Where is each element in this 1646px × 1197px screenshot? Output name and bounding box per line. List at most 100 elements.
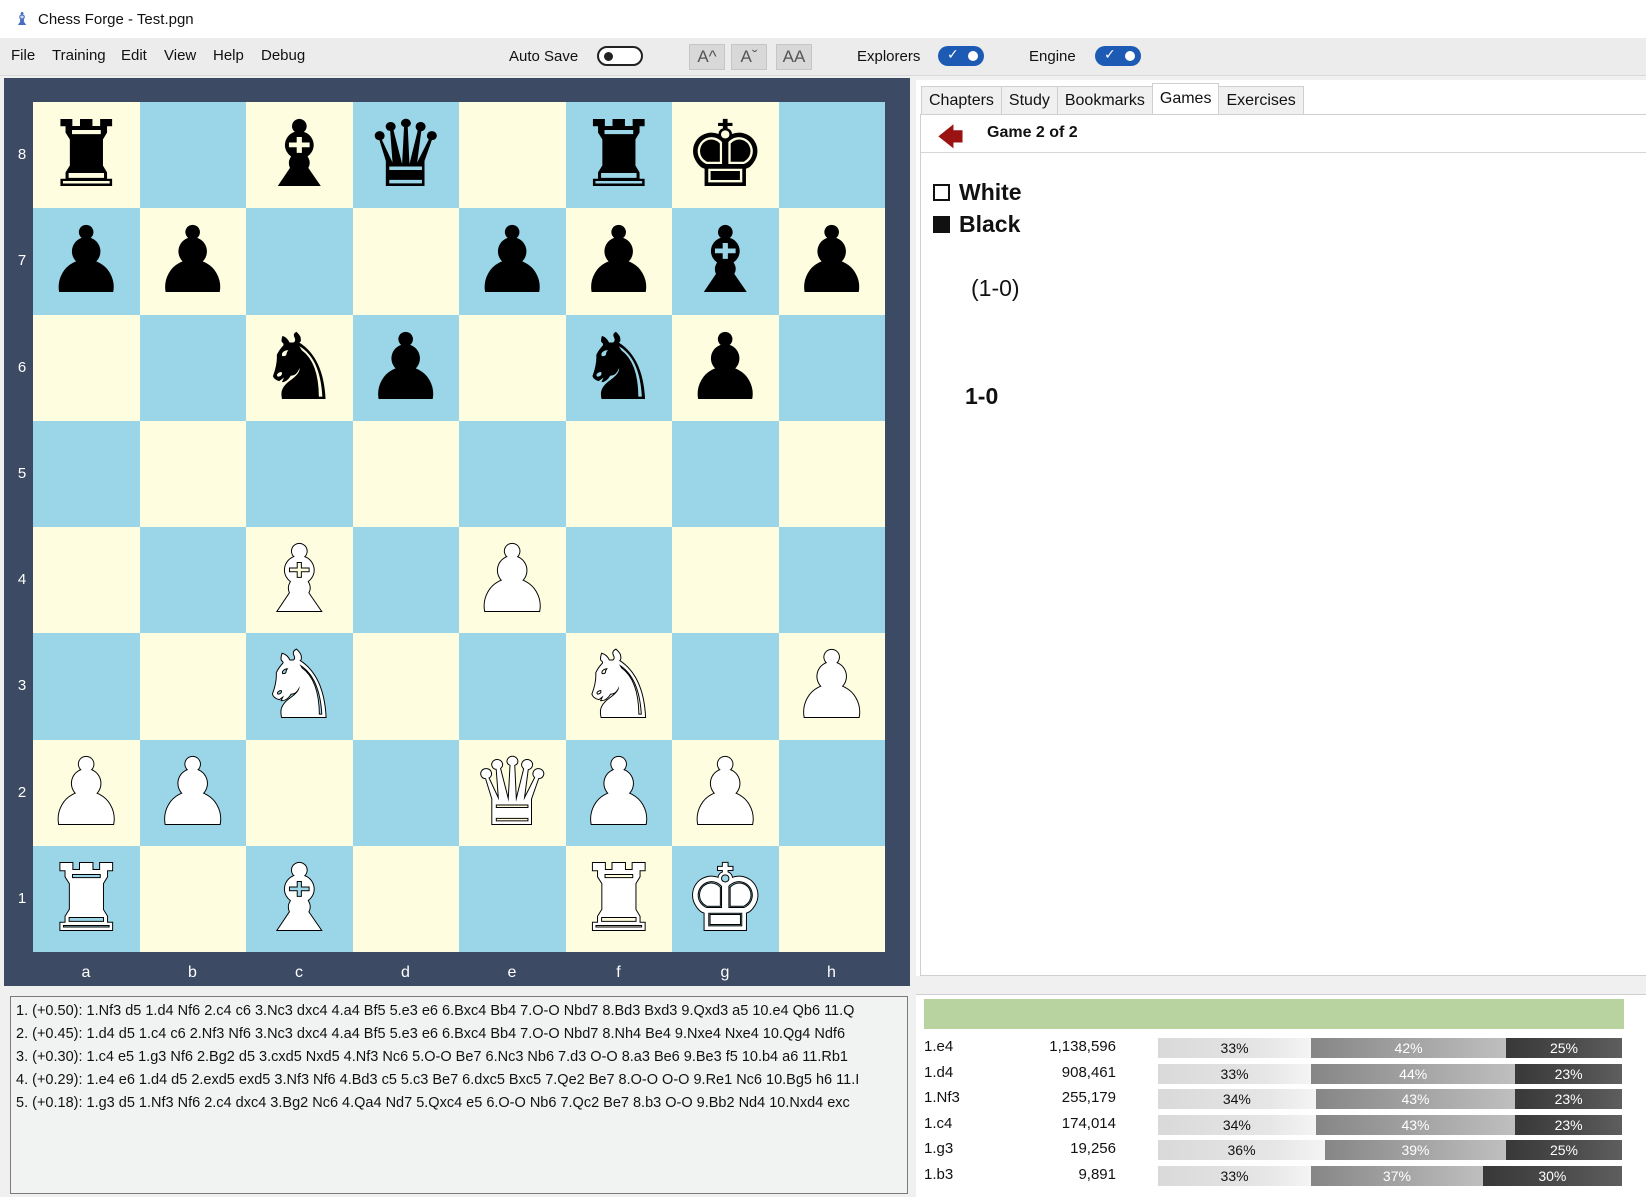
square-g2[interactable]: ♟ (672, 739, 779, 846)
explorer-move[interactable]: 1.g3 (924, 1140, 953, 1157)
square-b4[interactable] (139, 527, 246, 634)
square-g8[interactable]: ♚ (672, 102, 779, 209)
square-d5[interactable] (352, 420, 459, 527)
black-pawn-icon[interactable]: ♟ (578, 215, 660, 307)
menu-view[interactable]: View (164, 47, 196, 64)
square-a4[interactable] (33, 527, 140, 634)
square-c6[interactable]: ♞ (246, 314, 353, 421)
square-g7[interactable]: ♝ (672, 208, 779, 315)
square-d2[interactable] (352, 739, 459, 846)
tab-study[interactable]: Study (1000, 86, 1058, 114)
white-queen-icon[interactable]: ♛ (470, 745, 554, 839)
square-d8[interactable]: ♛ (352, 102, 459, 209)
white-knight-icon[interactable]: ♞ (576, 639, 660, 733)
black-knight-icon[interactable]: ♞ (258, 321, 340, 414)
square-a3[interactable] (33, 633, 140, 740)
square-c4[interactable]: ♝ (246, 527, 353, 634)
square-h6[interactable] (778, 314, 885, 421)
square-g6[interactable]: ♟ (672, 314, 779, 421)
square-e2[interactable]: ♛ (459, 739, 566, 846)
square-d7[interactable] (352, 208, 459, 315)
white-rook-icon[interactable]: ♜ (44, 851, 128, 945)
black-pawn-icon[interactable]: ♟ (45, 215, 127, 307)
black-rook-icon[interactable]: ♜ (45, 109, 127, 201)
font-increase-button[interactable]: A^ (689, 44, 725, 70)
square-h5[interactable] (778, 420, 885, 527)
auto-save-toggle[interactable] (597, 46, 643, 66)
square-b7[interactable]: ♟ (139, 208, 246, 315)
back-arrow-icon[interactable]: 🡄 (937, 119, 964, 163)
black-queen-icon[interactable]: ♛ (365, 109, 447, 201)
tab-games[interactable]: Games (1151, 83, 1220, 115)
square-c3[interactable]: ♞ (246, 633, 353, 740)
black-pawn-icon[interactable]: ♟ (791, 215, 873, 307)
tab-chapters[interactable]: Chapters (921, 86, 1002, 114)
black-king-icon[interactable]: ♚ (684, 109, 766, 201)
square-h7[interactable]: ♟ (778, 208, 885, 315)
square-e6[interactable] (459, 314, 566, 421)
square-g3[interactable] (672, 633, 779, 740)
menu-help[interactable]: Help (213, 47, 244, 64)
white-pawn-icon[interactable]: ♟ (470, 533, 554, 627)
square-f5[interactable] (565, 420, 672, 527)
engine-toggle[interactable]: ✓ (1095, 46, 1141, 66)
square-d6[interactable]: ♟ (352, 314, 459, 421)
square-b8[interactable] (139, 102, 246, 209)
black-pawn-icon[interactable]: ♟ (471, 215, 553, 307)
square-b6[interactable] (139, 314, 246, 421)
white-pawn-icon[interactable]: ♟ (683, 745, 767, 839)
white-pawn-icon[interactable]: ♟ (44, 745, 128, 839)
square-b3[interactable] (139, 633, 246, 740)
square-h1[interactable] (778, 845, 885, 952)
square-e5[interactable] (459, 420, 566, 527)
square-e4[interactable]: ♟ (459, 527, 566, 634)
square-c1[interactable]: ♝ (246, 845, 353, 952)
explorer-move[interactable]: 1.e4 (924, 1038, 953, 1055)
menu-training[interactable]: Training (52, 47, 106, 64)
square-h8[interactable] (778, 102, 885, 209)
font-decrease-button[interactable]: Aˇ (731, 44, 767, 70)
explorer-row[interactable]: 1.c4 174,014 34% 43% 23% (924, 1113, 1644, 1137)
square-a7[interactable]: ♟ (33, 208, 140, 315)
black-rook-icon[interactable]: ♜ (578, 109, 660, 201)
square-f3[interactable]: ♞ (565, 633, 672, 740)
square-a5[interactable] (33, 420, 140, 527)
square-f7[interactable]: ♟ (565, 208, 672, 315)
engine-line[interactable]: 5. (+0.18): 1.g3 d5 1.Nf3 Nf6 2.c4 dxc4 … (16, 1095, 902, 1111)
explorer-row[interactable]: 1.d4 908,461 33% 44% 23% (924, 1062, 1644, 1086)
square-a6[interactable] (33, 314, 140, 421)
tab-exercises[interactable]: Exercises (1218, 86, 1304, 114)
explorer-row[interactable]: 1.e4 1,138,596 33% 42% 25% (924, 1036, 1644, 1060)
black-knight-icon[interactable]: ♞ (578, 321, 660, 414)
engine-line[interactable]: 1. (+0.50): 1.Nf3 d5 1.d4 Nf6 2.c4 c6 3.… (16, 1003, 902, 1019)
white-knight-icon[interactable]: ♞ (257, 639, 341, 733)
engine-line[interactable]: 3. (+0.30): 1.c4 e5 1.g3 Nf6 2.Bg2 d5 3.… (16, 1049, 902, 1065)
white-king-icon[interactable]: ♚ (683, 851, 767, 945)
square-b5[interactable] (139, 420, 246, 527)
black-pawn-icon[interactable]: ♟ (365, 321, 447, 414)
square-f4[interactable] (565, 527, 672, 634)
square-g4[interactable] (672, 527, 779, 634)
square-a1[interactable]: ♜ (33, 845, 140, 952)
explorer-move[interactable]: 1.b3 (924, 1166, 953, 1183)
game-result[interactable]: 1-0 (965, 383, 998, 410)
square-e1[interactable] (459, 845, 566, 952)
square-e7[interactable]: ♟ (459, 208, 566, 315)
black-pawn-icon[interactable]: ♟ (152, 215, 234, 307)
white-pawn-icon[interactable]: ♟ (789, 639, 873, 733)
explorer-move[interactable]: 1.Nf3 (924, 1089, 960, 1106)
square-h3[interactable]: ♟ (778, 633, 885, 740)
explorer-move[interactable]: 1.d4 (924, 1064, 953, 1081)
engine-line[interactable]: 4. (+0.29): 1.e4 e6 1.d4 d5 2.exd5 exd5 … (16, 1072, 902, 1088)
white-rook-icon[interactable]: ♜ (576, 851, 660, 945)
square-f2[interactable]: ♟ (565, 739, 672, 846)
square-d4[interactable] (352, 527, 459, 634)
menu-debug[interactable]: Debug (261, 47, 305, 64)
square-a8[interactable]: ♜ (33, 102, 140, 209)
square-a2[interactable]: ♟ (33, 739, 140, 846)
white-bishop-icon[interactable]: ♝ (257, 851, 341, 945)
engine-line[interactable]: 2. (+0.45): 1.d4 d5 1.c4 c6 2.Nf3 Nf6 3.… (16, 1026, 902, 1042)
square-f6[interactable]: ♞ (565, 314, 672, 421)
explorer-row[interactable]: 1.b3 9,891 33% 37% 30% (924, 1164, 1644, 1188)
square-h2[interactable] (778, 739, 885, 846)
